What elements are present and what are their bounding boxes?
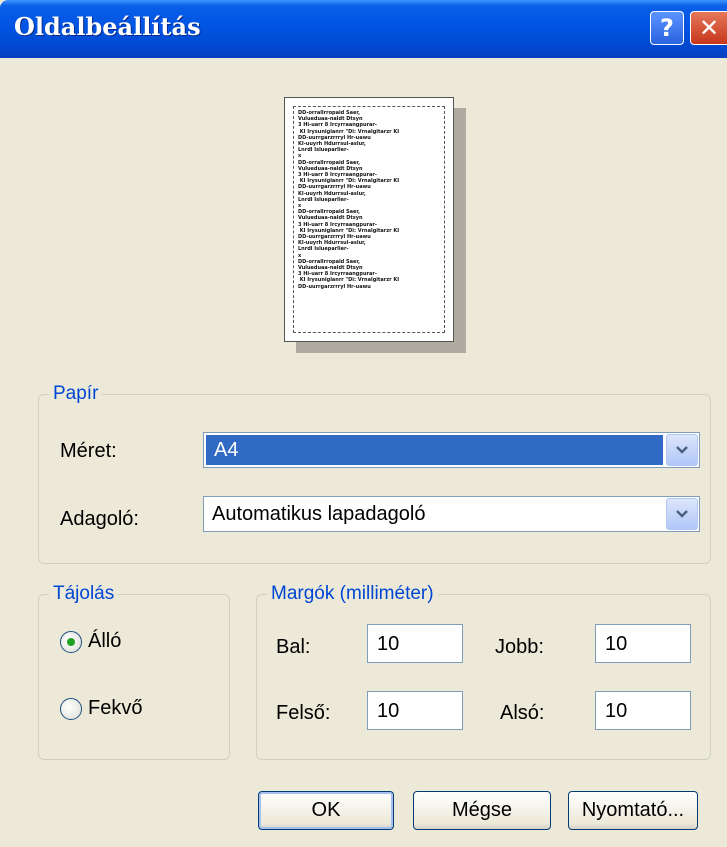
page-preview: DD-orrallrropaid Saer, Vulueduaa-naldt Dt… [284,97,454,342]
source-select-value: Automatikus lapadagoló [212,502,426,525]
printer-button[interactable]: Nyomtató... [568,791,698,830]
margins-group: Margók (milliméter) [256,583,711,760]
close-button[interactable]: ✕ [690,11,727,45]
margin-right-label: Jobb: [495,636,544,658]
margins-group-legend: Margók (milliméter) [267,583,438,605]
radio-selected-icon [60,630,82,653]
margin-top-label: Felső: [276,702,331,724]
preview-margin-outline: DD-orrallrropaid Saer, Vulueduaa-naldt Dt… [293,106,445,333]
margin-bottom-input[interactable]: 10 [595,691,691,730]
cancel-button[interactable]: Mégse [413,791,551,830]
margin-top-input[interactable]: 10 [367,691,463,730]
chevron-down-icon [676,446,688,454]
orientation-group: Tájolás [38,583,230,760]
source-dropdown-button[interactable] [666,498,698,530]
ok-button[interactable]: OK [258,791,394,830]
window-title: Oldalbeállítás [14,12,201,41]
close-icon: ✕ [698,14,720,42]
margin-left-input[interactable]: 10 [367,624,463,663]
chevron-down-icon [676,510,688,518]
paper-group: Papír [38,383,711,564]
source-label: Adagoló: [60,508,139,530]
margin-right-input[interactable]: 10 [595,624,691,663]
help-icon: ? [660,14,674,42]
portrait-radio[interactable]: Álló [60,630,121,653]
portrait-label: Álló [88,630,122,652]
margin-left-label: Bal: [276,636,311,658]
preview-line: DD-uurrgarzrrryl Hr-uawu [298,283,371,290]
margin-bottom-label: Alsó: [500,702,545,724]
source-select[interactable]: Automatikus lapadagoló [203,496,700,532]
orientation-group-legend: Tájolás [49,583,119,605]
size-label: Méret: [60,440,117,462]
size-select-value: A4 [206,435,663,465]
paper-group-legend: Papír [49,383,103,405]
size-dropdown-button[interactable] [666,434,698,466]
landscape-label: Fekvő [88,697,143,719]
landscape-radio[interactable]: Fekvő [60,697,142,720]
help-button[interactable]: ? [650,11,684,45]
title-bar: Oldalbeállítás ? ✕ [0,0,727,58]
radio-unselected-icon [60,697,82,720]
preview-text: DD-orrallrropaid Saer, Vulueduaa-naldt Dt… [298,110,441,338]
size-select[interactable]: A4 [203,432,700,468]
